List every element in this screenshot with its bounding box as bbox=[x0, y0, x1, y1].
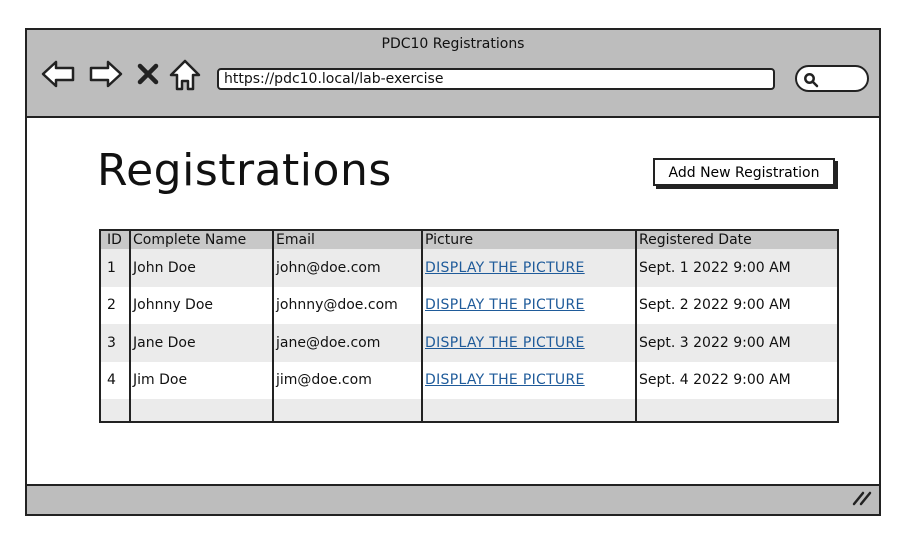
add-new-registration-button[interactable]: Add New Registration bbox=[653, 158, 835, 186]
arrow-right-icon bbox=[89, 58, 123, 90]
cell-picture: DISPLAY THE PICTURE bbox=[422, 249, 637, 287]
cell-picture: DISPLAY THE PICTURE bbox=[422, 361, 637, 399]
status-bar bbox=[27, 484, 879, 514]
browser-window: PDC10 Registrations https://pdc10.local/… bbox=[25, 28, 881, 516]
stop-button[interactable] bbox=[135, 58, 161, 90]
close-x-icon bbox=[135, 58, 161, 90]
cell-email: john@doe.com bbox=[273, 249, 423, 287]
cell-name: Jim Doe bbox=[130, 361, 274, 399]
search-input[interactable] bbox=[795, 65, 869, 92]
home-icon bbox=[169, 58, 201, 92]
table-row[interactable]: 1 John Doe john@doe.com DISPLAY THE PICT… bbox=[100, 249, 838, 287]
cell-name: John Doe bbox=[130, 249, 274, 287]
table-header-row: ID Complete Name Email Picture Registere… bbox=[100, 230, 838, 249]
registrations-table: ID Complete Name Email Picture Registere… bbox=[99, 229, 839, 423]
column-header-email[interactable]: Email bbox=[273, 230, 423, 249]
arrow-left-icon bbox=[41, 58, 75, 90]
column-header-picture[interactable]: Picture bbox=[422, 230, 637, 249]
cell-email: jim@doe.com bbox=[273, 361, 423, 399]
cell-name: Johnny Doe bbox=[130, 286, 274, 324]
window-title: PDC10 Registrations bbox=[381, 36, 525, 52]
cell-picture: DISPLAY THE PICTURE bbox=[422, 324, 637, 362]
cell-id: 3 bbox=[100, 324, 131, 362]
resize-grip-icon[interactable] bbox=[851, 487, 873, 511]
cell-date: Sept. 3 2022 9:00 AM bbox=[636, 324, 838, 362]
browser-toolbar: PDC10 Registrations https://pdc10.local/… bbox=[27, 30, 879, 118]
display-picture-link[interactable]: DISPLAY THE PICTURE bbox=[425, 335, 585, 351]
column-header-id[interactable]: ID bbox=[100, 230, 131, 249]
display-picture-link[interactable]: DISPLAY THE PICTURE bbox=[425, 372, 585, 388]
cell-email: jane@doe.com bbox=[273, 324, 423, 362]
back-button[interactable] bbox=[41, 58, 75, 90]
display-picture-link[interactable]: DISPLAY THE PICTURE bbox=[425, 260, 585, 276]
cell-picture: DISPLAY THE PICTURE bbox=[422, 286, 637, 324]
column-header-date[interactable]: Registered Date bbox=[636, 230, 838, 249]
forward-button[interactable] bbox=[89, 58, 123, 90]
cell-id: 2 bbox=[100, 286, 131, 324]
page-title: Registrations bbox=[97, 145, 392, 196]
cell-email: johnny@doe.com bbox=[273, 286, 423, 324]
display-picture-link[interactable]: DISPLAY THE PICTURE bbox=[425, 297, 585, 313]
home-button[interactable] bbox=[169, 58, 201, 92]
column-header-name[interactable]: Complete Name bbox=[130, 230, 274, 249]
cell-date: Sept. 1 2022 9:00 AM bbox=[636, 249, 838, 287]
table-row[interactable]: 4 Jim Doe jim@doe.com DISPLAY THE PICTUR… bbox=[100, 361, 838, 399]
cell-id: 4 bbox=[100, 361, 131, 399]
table-empty-row bbox=[100, 399, 838, 422]
table-row[interactable]: 2 Johnny Doe johnny@doe.com DISPLAY THE … bbox=[100, 286, 838, 324]
cell-name: Jane Doe bbox=[130, 324, 274, 362]
cell-id: 1 bbox=[100, 249, 131, 287]
table-row[interactable]: 3 Jane Doe jane@doe.com DISPLAY THE PICT… bbox=[100, 324, 838, 362]
address-bar[interactable]: https://pdc10.local/lab-exercise bbox=[217, 68, 775, 90]
page-content: Registrations Add New Registration ID Co… bbox=[27, 118, 879, 486]
cell-date: Sept. 4 2022 9:00 AM bbox=[636, 361, 838, 399]
cell-date: Sept. 2 2022 9:00 AM bbox=[636, 286, 838, 324]
